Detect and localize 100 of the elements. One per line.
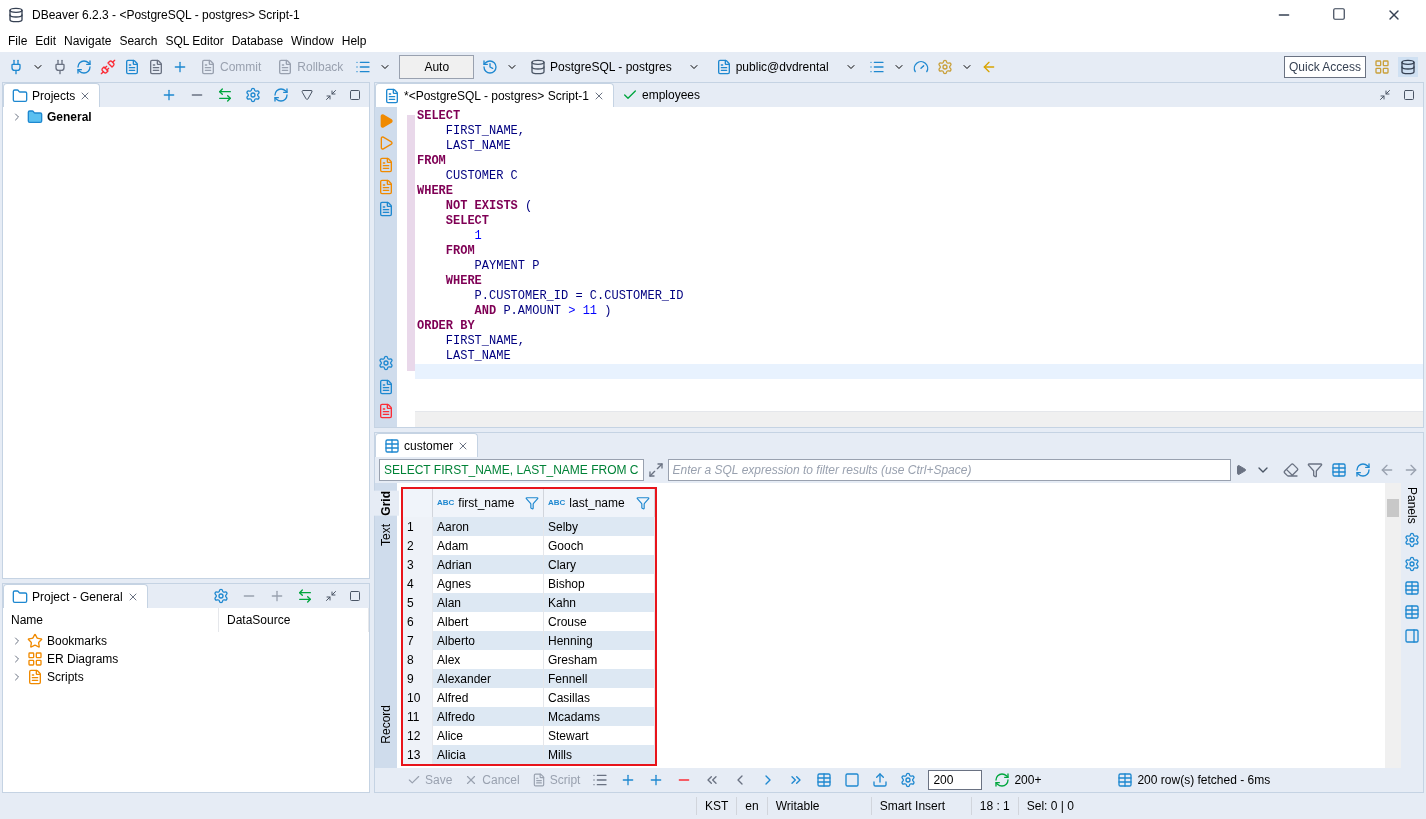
fetch-size-field[interactable]: 200 [928,770,983,790]
transaction-icon[interactable] [355,59,372,75]
tab[interactable]: Projects [3,83,101,107]
menu-item[interactable]: Window [287,32,338,50]
perspective-icon[interactable] [1374,59,1390,75]
new-project-icon[interactable] [161,87,177,103]
tools-icon[interactable] [936,59,953,75]
fetch-page-icon[interactable] [816,772,833,788]
panel-icon[interactable] [1404,555,1420,572]
menu-item[interactable]: SQL Editor [161,32,228,50]
menu-item[interactable]: Database [227,32,288,50]
column-header[interactable]: DataSource [219,608,369,632]
maximize-icon[interactable] [1403,89,1415,101]
menu-item[interactable]: Navigate [60,32,116,50]
window-title: DBeaver 6.2.3 - <PostgreSQL - postgres> Script-1 [32,7,300,24]
maximize-icon[interactable] [1332,7,1346,21]
script-icon[interactable] [124,59,140,75]
tree-item[interactable]: General [47,108,92,126]
menu-item[interactable]: Help [337,32,371,50]
minimize-icon[interactable] [325,590,337,602]
tab[interactable]: customer [375,433,479,457]
execute-new-tab-icon[interactable] [378,135,394,151]
view-menu-icon[interactable] [301,89,313,101]
execute-icon[interactable] [378,113,394,129]
filter-field[interactable]: Enter a SQL expression to filter results (use Ctrl+Space) [667,459,1231,481]
panel-icon[interactable] [1404,579,1420,596]
forward-icon[interactable] [1403,462,1419,478]
reconnect-icon[interactable] [76,59,92,75]
script-icon [384,87,400,104]
add-icon[interactable] [269,588,285,604]
link-icon[interactable] [297,588,313,604]
menu-item[interactable]: Search [115,32,162,50]
row-number: 4 [403,574,433,593]
code-line: FROM [444,244,476,259]
panel-icon[interactable] [1404,531,1420,548]
code-line: ORDER BY [416,319,476,334]
refresh-icon [994,772,1011,788]
side-tab[interactable]: Record [373,705,399,744]
new-script-icon[interactable] [172,59,188,75]
code-line: CUSTOMER C [444,169,519,184]
tab[interactable]: Project - General [3,584,148,608]
error-file-icon[interactable] [378,403,394,419]
tree-item[interactable]: Scripts [47,668,84,686]
expand-icon[interactable] [647,462,664,478]
filter-icon[interactable] [1307,462,1323,478]
menu-item[interactable]: Edit [31,32,61,50]
tab[interactable]: employees [614,83,708,107]
filter-icon [636,496,650,510]
side-tab[interactable]: Grid [373,491,399,516]
refresh-icon[interactable] [1355,462,1371,478]
status-item: Writable [766,797,871,815]
clear-filter-icon[interactable] [1283,462,1299,478]
panels-tab[interactable]: Panels [1399,487,1425,524]
table-icon [384,437,400,454]
refresh-icon[interactable] [273,87,289,103]
outline-icon[interactable] [868,59,885,75]
script-icon[interactable] [148,59,164,75]
export-icon[interactable] [872,772,889,788]
row-number: 7 [403,631,433,650]
export-icon[interactable] [378,379,394,395]
maximize-icon[interactable] [349,89,361,101]
settings-icon[interactable] [900,772,917,788]
connect-icon[interactable] [52,59,68,75]
fetch-more-button[interactable]: 200+ [994,771,1042,789]
quick-access-field[interactable]: Quick Access [1283,56,1366,78]
transaction-mode-button[interactable]: Auto [399,55,475,79]
filter-settings-icon[interactable] [1331,462,1347,478]
link-icon[interactable] [217,87,233,103]
settings-icon[interactable] [245,87,261,103]
edit-row-icon[interactable] [592,772,609,788]
menu-item[interactable]: File [4,32,32,50]
new-connection-icon[interactable] [8,59,24,75]
tree-item[interactable]: ER Diagrams [47,650,119,668]
panel-icon[interactable] [1404,603,1420,620]
minimize-icon[interactable] [1379,89,1391,101]
history-icon[interactable] [482,59,499,75]
explain-plan-icon[interactable] [378,201,394,217]
side-tab[interactable]: Text [373,523,399,546]
execute-script-icon[interactable] [378,157,394,173]
horizontal-scrollbar[interactable] [415,411,1423,427]
disconnect-icon[interactable] [100,59,116,75]
execute-script-new-tab-icon[interactable] [378,179,394,195]
tab[interactable]: *<PostgreSQL - postgres> Script-1 [375,83,614,107]
schema-selector[interactable]: public@dvdrental [711,58,861,76]
code-line: WHERE [416,184,454,199]
settings-icon[interactable] [378,355,394,371]
dashboard-icon[interactable] [912,59,929,75]
connection-selector[interactable]: PostgreSQL - postgres [526,58,704,76]
minimize-icon[interactable] [325,89,337,101]
tree-item[interactable]: Bookmarks [47,632,108,650]
scrollbar-thumb[interactable] [1387,499,1399,517]
code-line: PAYMENT P [473,259,541,274]
row-number: 11 [403,707,433,726]
settings-icon[interactable] [213,588,229,604]
column-header[interactable]: Name [3,608,219,632]
back-icon[interactable] [1379,462,1395,478]
query-text[interactable]: SELECT FIRST_NAME, LAST_NAME FROM C [379,459,644,481]
panel-icon[interactable] [1404,627,1420,644]
maximize-icon[interactable] [349,590,361,602]
apply-filter-icon[interactable] [1235,464,1247,476]
